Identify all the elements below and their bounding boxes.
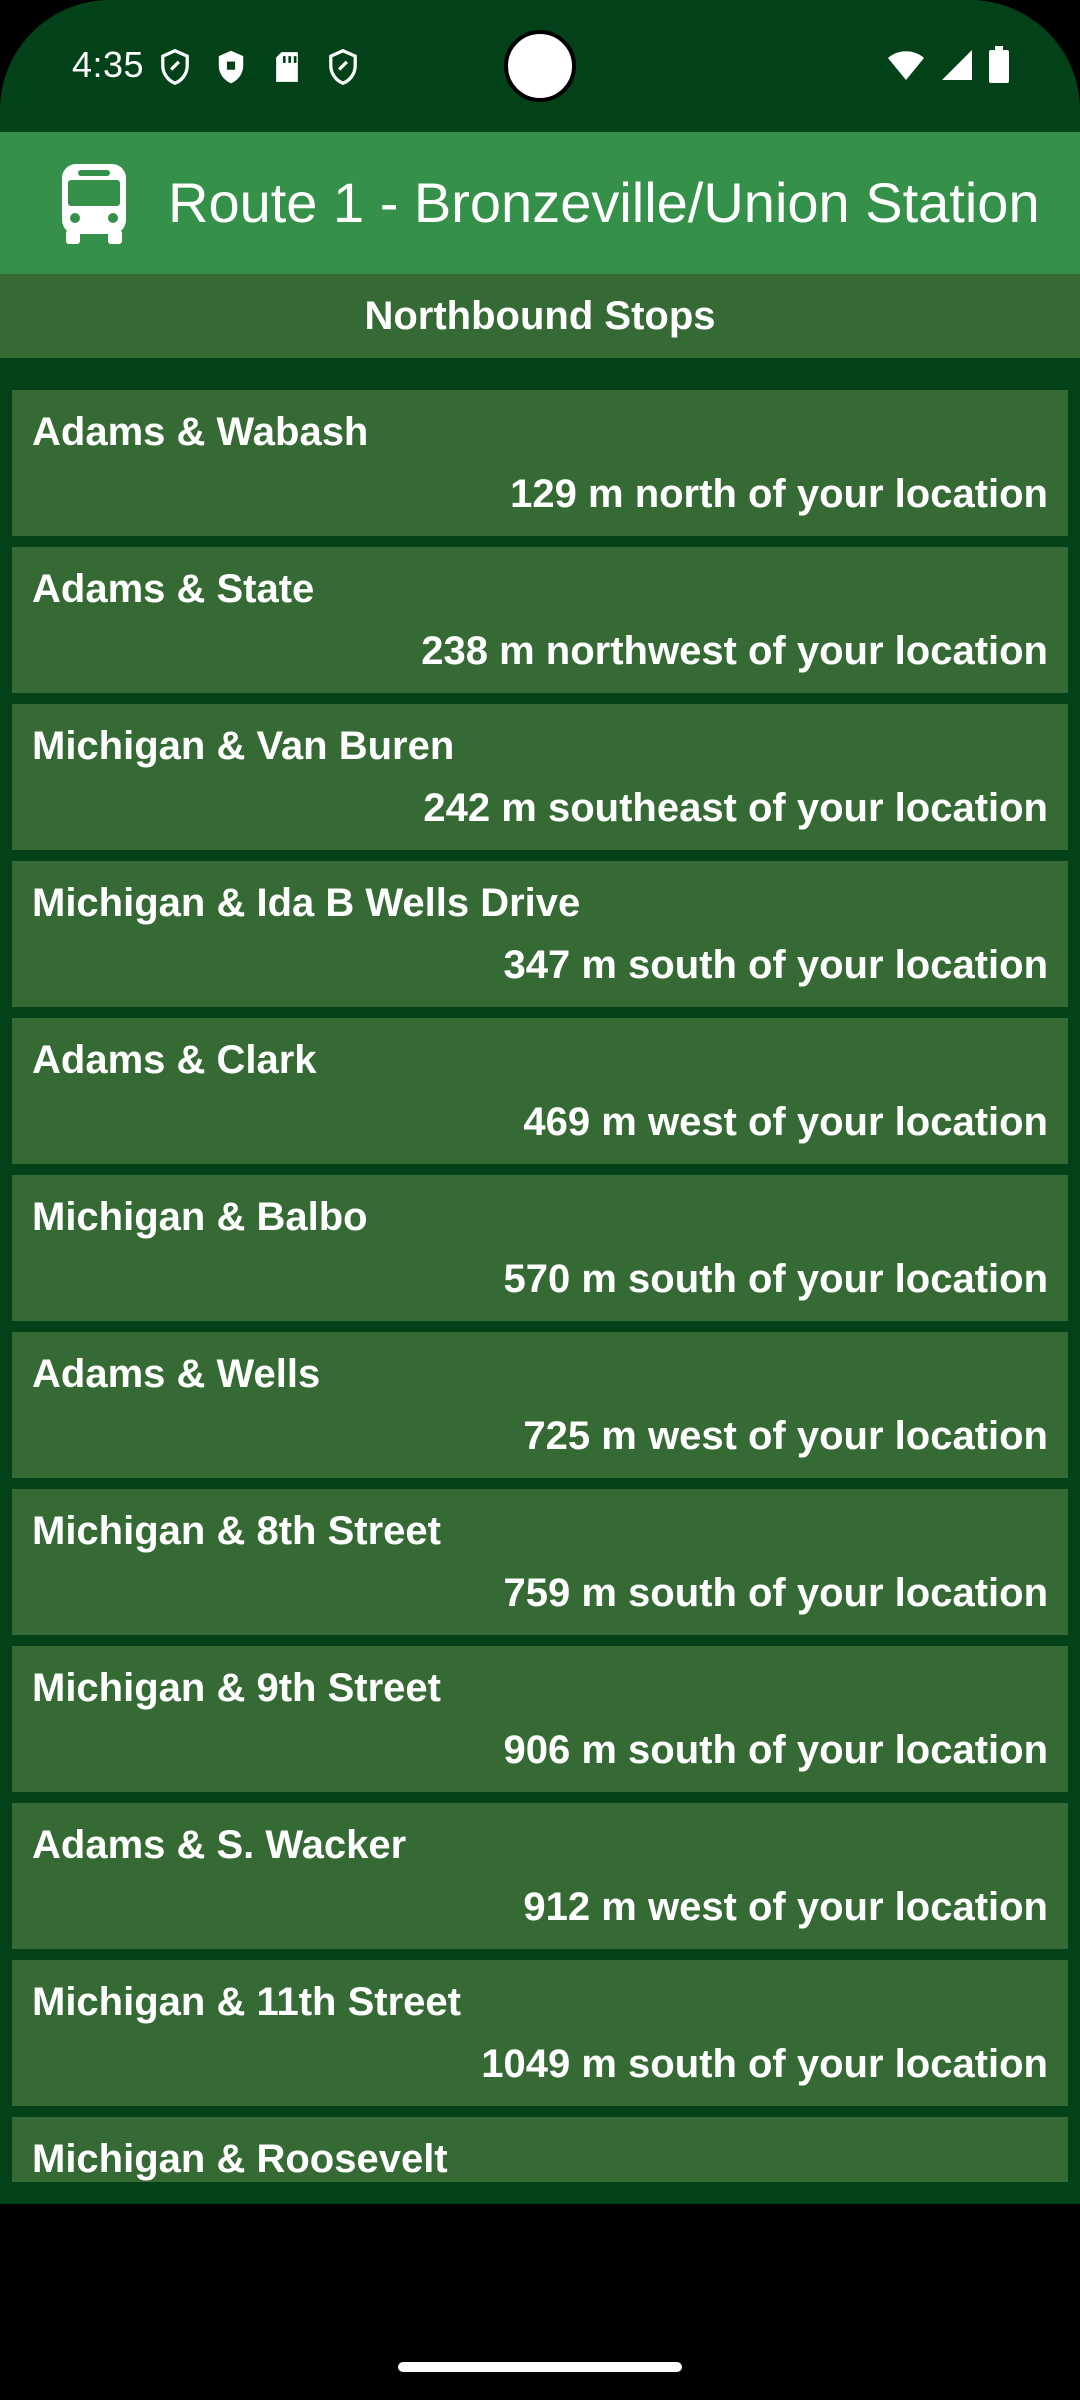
system-icons: [886, 46, 1010, 84]
status-bar: 4:35: [0, 0, 1080, 132]
stop-distance: 1049 m south of your location: [481, 2042, 1048, 2086]
stop-name: Michigan & Ida B Wells Drive: [32, 881, 581, 925]
shield-outline-icon: [329, 48, 357, 86]
stop-name: Michigan & 9th Street: [32, 1666, 441, 1710]
stop-distance: 238 m northwest of your location: [421, 629, 1048, 673]
battery-icon: [989, 46, 1009, 83]
stop-name: Adams & State: [32, 567, 315, 611]
stop-list-item[interactable]: Adams & Wells 725 m west of your location: [12, 1332, 1068, 1478]
stop-distance: 242 m southeast of your location: [423, 786, 1048, 830]
stop-list-item[interactable]: Adams & Clark 469 m west of your location: [12, 1018, 1068, 1164]
wifi-icon: [888, 51, 924, 80]
stop-list-item[interactable]: Michigan & Van Buren 242 m southeast of y…: [12, 704, 1068, 850]
stop-name: Michigan & 8th Street: [32, 1509, 441, 1553]
stop-distance: 129 m north of your location: [510, 472, 1048, 516]
cell-signal-icon: [942, 50, 972, 80]
stop-list-item[interactable]: Michigan & 8th Street 759 m south of your…: [12, 1489, 1068, 1635]
screen: 4:35 Route 1 - Bronzeville/Union Station…: [0, 0, 1080, 2400]
stop-list-item[interactable]: Michigan & Roosevelt: [12, 2117, 1068, 2182]
stop-distance: 347 m south of your location: [503, 943, 1048, 987]
bus-icon: [62, 164, 126, 244]
stop-list-item[interactable]: Michigan & Balbo 570 m south of your loca…: [12, 1175, 1068, 1321]
shield-outline-icon: [161, 48, 189, 86]
stop-name: Adams & S. Wacker: [32, 1823, 407, 1867]
stop-name: Adams & Clark: [32, 1038, 317, 1082]
stop-name: Michigan & Van Buren: [32, 724, 455, 768]
stop-distance: 912 m west of your location: [523, 1885, 1048, 1929]
shield-filled-icon: [218, 50, 244, 84]
stop-list-item[interactable]: Michigan & 9th Street 906 m south of your…: [12, 1646, 1068, 1792]
stop-distance: 725 m west of your location: [523, 1414, 1048, 1458]
notification-icons: [158, 48, 360, 86]
stop-list-item[interactable]: Adams & Wabash 129 m north of your locati…: [12, 390, 1068, 536]
stop-name: Michigan & 11th Street: [32, 1980, 461, 2024]
camera-cutout: [504, 30, 576, 102]
stop-list-item[interactable]: Adams & S. Wacker 912 m west of your loca…: [12, 1803, 1068, 1949]
gesture-navigation-bar[interactable]: [398, 2362, 682, 2372]
stop-name: Adams & Wells: [32, 1352, 321, 1396]
sd-card-icon: [276, 52, 298, 82]
stop-distance: 469 m west of your location: [523, 1100, 1048, 1144]
stop-distance: 570 m south of your location: [503, 1257, 1048, 1301]
stop-list-item[interactable]: Adams & State 238 m northwest of your loc…: [12, 547, 1068, 693]
route-title: Route 1 - Bronzeville/Union Station: [168, 171, 1040, 234]
status-time: 4:35: [72, 44, 145, 85]
stop-name: Adams & Wabash: [32, 410, 369, 454]
app-bar: Route 1 - Bronzeville/Union Station: [0, 132, 1080, 274]
stop-name: Michigan & Roosevelt: [32, 2137, 448, 2181]
app-window: 4:35 Route 1 - Bronzeville/Union Station…: [0, 0, 1080, 2204]
stop-distance: 759 m south of your location: [503, 1571, 1048, 1615]
stop-list-item[interactable]: Michigan & 11th Street 1049 m south of yo…: [12, 1960, 1068, 2106]
stop-distance: 906 m south of your location: [503, 1728, 1048, 1772]
stop-list[interactable]: Adams & Wabash 129 m north of your locati…: [0, 358, 1080, 2182]
stop-list-item[interactable]: Michigan & Ida B Wells Drive 347 m south …: [12, 861, 1068, 1007]
stop-name: Michigan & Balbo: [32, 1195, 368, 1239]
direction-header: Northbound Stops: [0, 274, 1080, 358]
